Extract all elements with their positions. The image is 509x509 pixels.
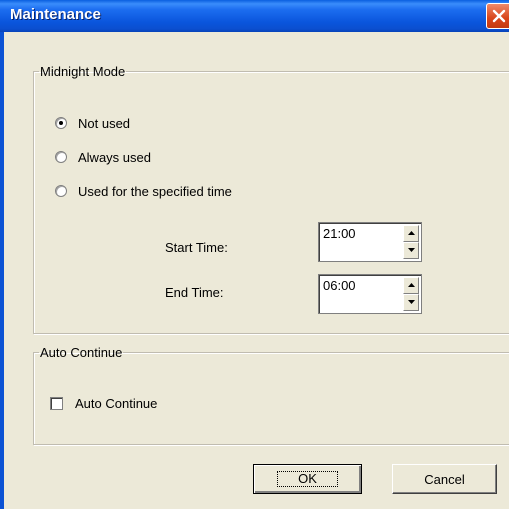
arrow-down-icon [408, 300, 415, 304]
radio-label: Always used [78, 149, 151, 165]
end-time-value[interactable]: 06:00 [323, 278, 356, 293]
cancel-button[interactable]: Cancel [392, 464, 497, 494]
arrow-down-icon [408, 248, 415, 252]
radio-label: Used for the specified time [78, 183, 232, 199]
ok-button-label: OK [277, 471, 338, 487]
close-icon [492, 9, 506, 23]
auto-continue-checkbox[interactable] [50, 397, 63, 410]
arrow-up-icon [408, 283, 415, 287]
auto-continue-label: Auto Continue [75, 396, 158, 411]
start-time-value[interactable]: 21:00 [323, 226, 356, 241]
radio-button[interactable] [55, 185, 67, 197]
window-title: Maintenance [10, 6, 101, 23]
auto-continue-checkbox-row[interactable]: Auto Continue [50, 396, 157, 411]
end-time-label: End Time: [165, 285, 224, 300]
end-time-spinner[interactable]: 06:00 [318, 274, 422, 314]
radio-always-used[interactable]: Always used [55, 147, 151, 167]
arrow-up-icon [408, 231, 415, 235]
window-frame-left [0, 32, 4, 509]
radio-button[interactable] [55, 117, 67, 129]
spin-down-button[interactable] [403, 294, 419, 311]
title-bar[interactable]: Maintenance [0, 0, 509, 32]
radio-not-used[interactable]: Not used [55, 113, 130, 133]
radio-used-for-specified-time[interactable]: Used for the specified time [55, 181, 232, 201]
start-time-label: Start Time: [165, 240, 228, 255]
spin-up-button[interactable] [403, 225, 419, 242]
auto-continue-legend: Auto Continue [40, 345, 123, 360]
spin-up-button[interactable] [403, 277, 419, 294]
radio-label: Not used [78, 115, 131, 131]
midnight-mode-legend: Midnight Mode [40, 64, 126, 79]
cancel-button-label: Cancel [424, 471, 465, 487]
ok-button[interactable]: OK [253, 464, 362, 494]
auto-continue-group: Auto Continue [33, 345, 509, 445]
close-button[interactable] [486, 3, 509, 29]
spin-down-button[interactable] [403, 242, 419, 259]
radio-button[interactable] [55, 151, 67, 163]
start-time-spinner[interactable]: 21:00 [318, 222, 422, 262]
